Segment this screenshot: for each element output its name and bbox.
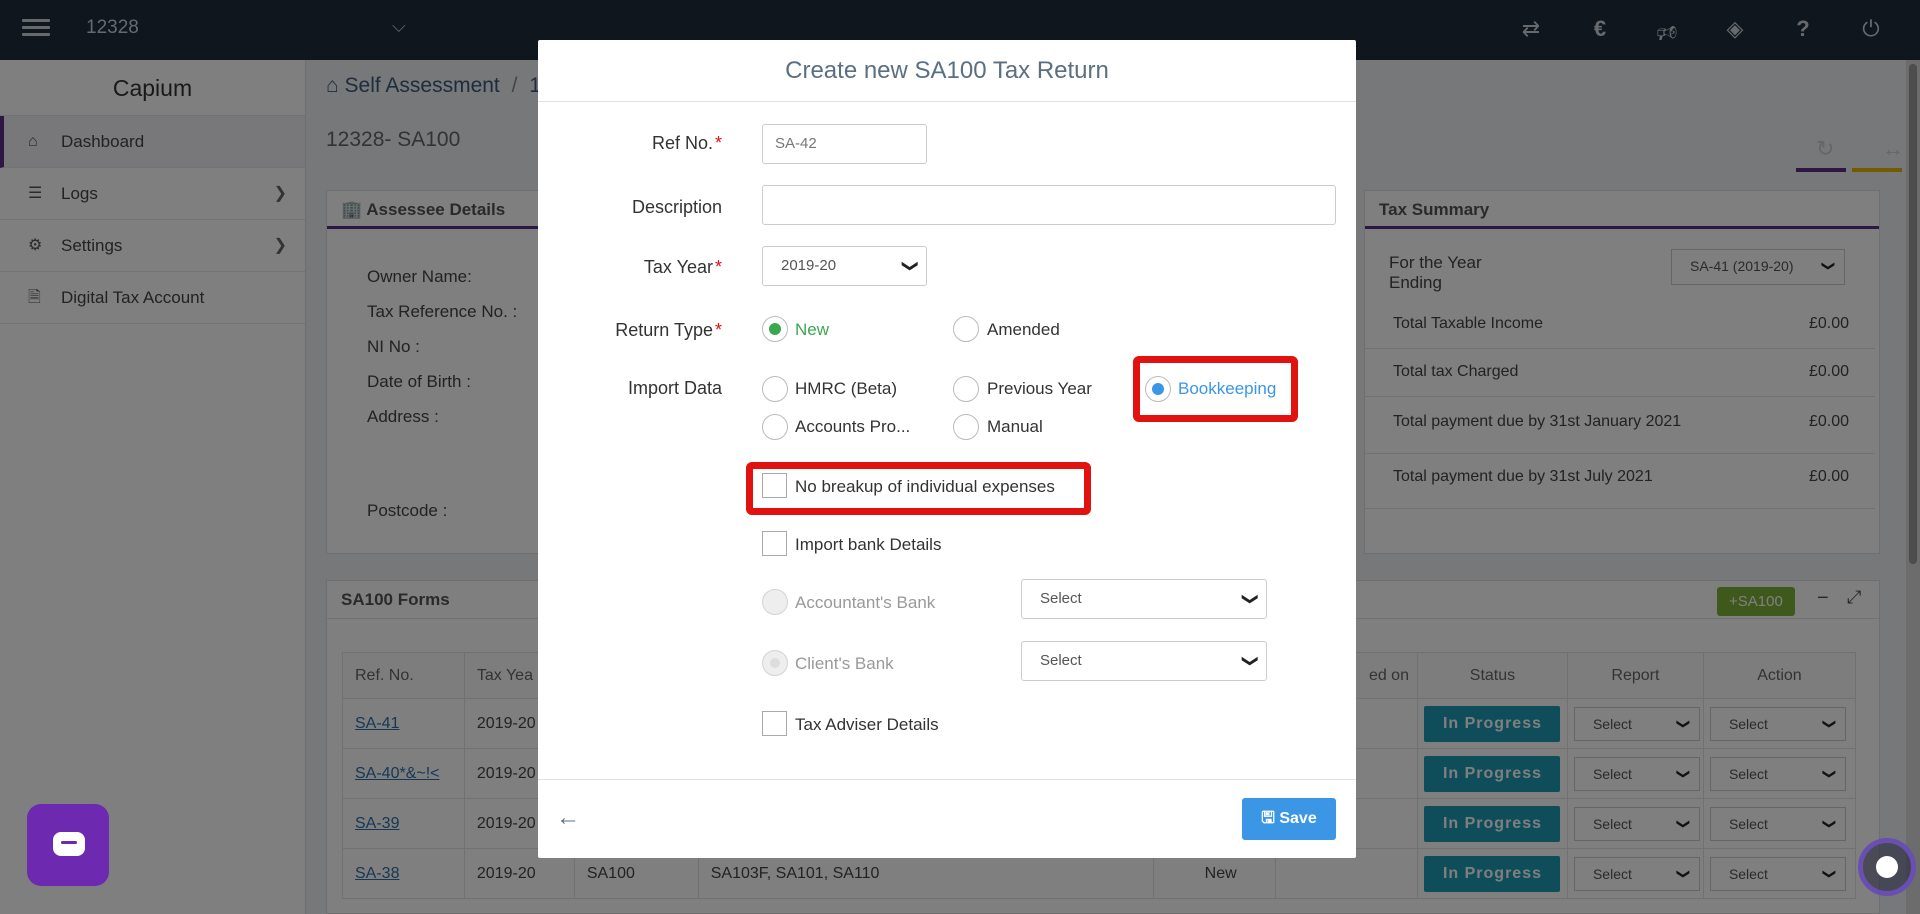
import-accounts-pro-radio[interactable] — [762, 414, 788, 440]
return-new-label[interactable]: New — [795, 320, 829, 340]
import-manual-label[interactable]: Manual — [987, 417, 1043, 437]
modal-title: Create new SA100 Tax Return — [538, 40, 1356, 102]
select-placeholder: Select — [1040, 652, 1082, 669]
ref-no-label: Ref No. * — [651, 133, 722, 153]
save-label: Save — [1279, 810, 1317, 827]
chat-button[interactable] — [27, 804, 109, 886]
accountants-bank-radio[interactable] — [762, 589, 788, 615]
clients-bank-select[interactable]: Select ❯ — [1021, 641, 1267, 681]
import-manual-radio[interactable] — [953, 414, 979, 440]
tax-year-select[interactable]: 2019-20 ❯ — [762, 246, 927, 286]
create-tax-return-modal: Create new SA100 Tax Return — [538, 40, 1356, 858]
clients-bank-label[interactable]: Client's Bank — [795, 654, 894, 674]
chevron-down-icon: ❯ — [901, 259, 919, 273]
select-placeholder: Select — [1040, 590, 1082, 607]
save-icon: 🖫 — [1261, 810, 1275, 827]
import-hmrc-label[interactable]: HMRC (Beta) — [795, 379, 897, 399]
import-data-label: Import Data — [627, 378, 722, 398]
description-input[interactable] — [762, 185, 1336, 225]
import-previous-year-radio[interactable] — [953, 376, 979, 402]
back-arrow-icon[interactable]: ← — [556, 804, 580, 832]
chevron-down-icon: ❯ — [1241, 592, 1259, 606]
assistant-widget-icon[interactable] — [1858, 838, 1916, 896]
modal-footer — [538, 779, 1356, 858]
highlight-box — [1133, 356, 1298, 422]
ref-no-input[interactable]: SA-42 — [762, 124, 927, 164]
accountants-bank-label[interactable]: Accountant's Bank — [795, 593, 935, 613]
tax-adviser-checkbox[interactable] — [762, 711, 787, 736]
import-accounts-pro-label[interactable]: Accounts Pro... — [795, 417, 910, 437]
import-bank-checkbox[interactable] — [762, 531, 787, 556]
tax-adviser-label[interactable]: Tax Adviser Details — [795, 715, 939, 735]
return-new-radio[interactable] — [762, 316, 788, 342]
chevron-down-icon: ❯ — [1241, 654, 1259, 668]
highlight-box — [746, 462, 1091, 515]
assistant-dot — [1876, 856, 1898, 878]
import-hmrc-radio[interactable] — [762, 376, 788, 402]
chat-bubble-icon — [53, 832, 85, 856]
accountants-bank-select[interactable]: Select ❯ — [1021, 579, 1267, 619]
return-type-label: Return Type * — [615, 320, 722, 340]
clients-bank-radio[interactable] — [762, 650, 788, 676]
import-bank-label[interactable]: Import bank Details — [795, 535, 941, 555]
import-previous-year-label[interactable]: Previous Year — [987, 379, 1092, 399]
return-amended-radio[interactable] — [953, 316, 979, 342]
tax-year-label: Tax Year * — [643, 257, 722, 277]
save-button[interactable]: 🖫 Save — [1242, 798, 1336, 840]
return-amended-label[interactable]: Amended — [987, 320, 1060, 340]
description-label: Description — [631, 197, 722, 217]
tax-year-value: 2019-20 — [781, 257, 837, 274]
